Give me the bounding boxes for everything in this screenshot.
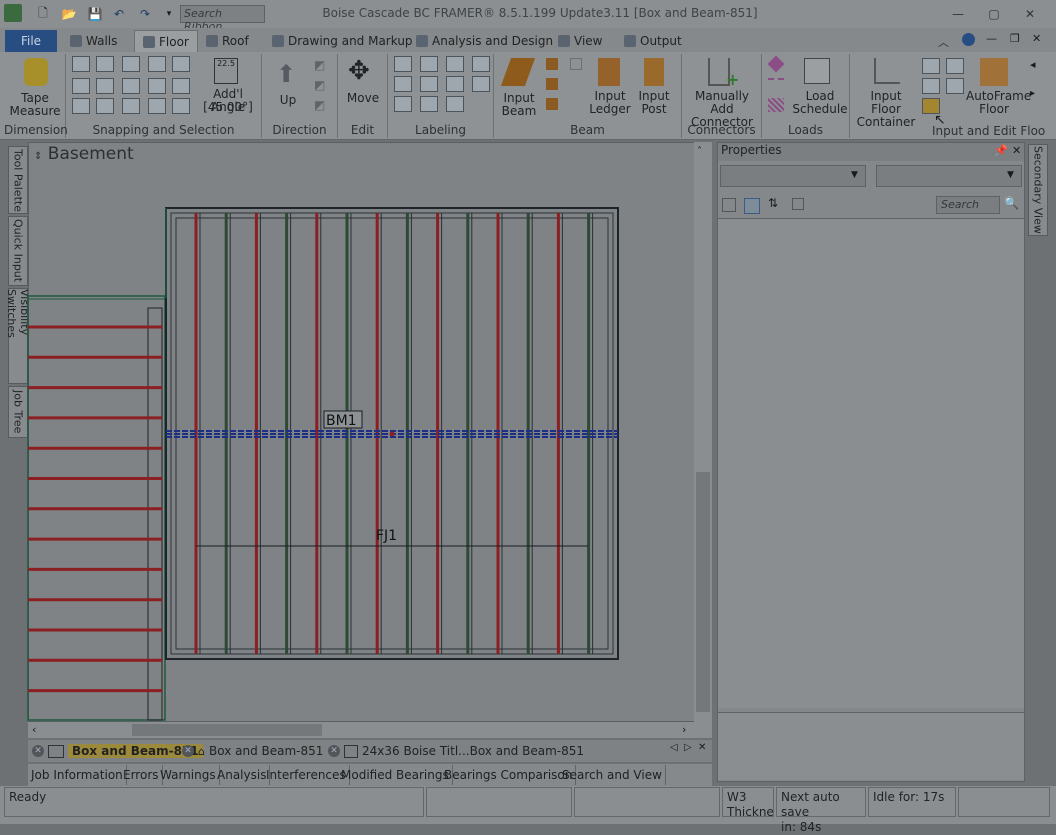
status-cell-3: [574, 787, 720, 817]
joist-label: FJ1: [376, 528, 397, 544]
pin-icon[interactable]: 📌: [994, 144, 1008, 157]
beam-label: BM1: [326, 413, 357, 429]
tab-scroll-right-icon[interactable]: ▷: [684, 742, 692, 753]
doc-tab-label: Box and Beam-851: [208, 744, 324, 758]
vertical-scrollbar[interactable]: ˄ ˅: [694, 142, 712, 738]
status-ready: Ready: [4, 787, 424, 817]
chevron-down-icon: ▼: [1007, 170, 1014, 180]
object-instance-dropdown[interactable]: ▼: [876, 165, 1022, 187]
sheet-icon: [344, 744, 358, 758]
property-pages-icon[interactable]: [792, 198, 804, 210]
grouped-icon[interactable]: [744, 198, 760, 214]
document-icon: [48, 744, 64, 758]
status-cell-7: [958, 787, 1050, 817]
status-idle: Idle for: 17s: [868, 787, 956, 817]
tab-job-information[interactable]: Job Information: [28, 765, 127, 785]
tab-interferences[interactable]: Interferences: [263, 765, 350, 785]
status-wall-name: W3: [727, 790, 747, 804]
doc-tab-active[interactable]: ✕ Box and Beam-851: [32, 742, 203, 760]
status-autosave: Next auto save in: 84s: [776, 787, 866, 834]
doc-tab-3d[interactable]: ✕ ⌂ Box and Beam-851: [182, 742, 323, 760]
sort-az-icon[interactable]: ⇅: [768, 196, 778, 210]
scroll-up-icon[interactable]: ˄: [697, 146, 702, 157]
status-wall: W3 Thickne: [722, 787, 774, 819]
close-all-tabs-icon[interactable]: ✕: [698, 742, 706, 753]
object-type-dropdown[interactable]: ▼: [720, 165, 866, 187]
horizontal-scroll-thumb[interactable]: [132, 724, 322, 736]
close-tab-icon[interactable]: ✕: [328, 745, 340, 757]
tab-analysis[interactable]: Analysis: [214, 765, 271, 785]
search-icon[interactable]: 🔍: [1004, 196, 1019, 210]
vertical-scroll-thumb[interactable]: [696, 472, 710, 712]
properties-search-input[interactable]: Search: [936, 196, 1000, 214]
properties-header: Properties: [718, 143, 1024, 161]
tab-warnings[interactable]: Warnings: [157, 765, 220, 785]
left-joists: [28, 325, 162, 693]
scroll-right-icon[interactable]: ›: [682, 723, 686, 736]
3d-view-icon: ⌂: [198, 744, 205, 758]
properties-grid[interactable]: [718, 218, 1024, 708]
tab-scroll-left-icon[interactable]: ◁: [670, 742, 678, 753]
tab-bearings-comparison[interactable]: Bearings Comparison: [441, 765, 577, 785]
properties-description: [718, 712, 1024, 780]
scroll-left-icon[interactable]: ‹: [32, 723, 36, 736]
close-tab-icon[interactable]: ✕: [32, 745, 44, 757]
status-wall-thickness: Thickne: [727, 805, 774, 819]
doc-tab-titleblock[interactable]: ✕ 24x36 Boise Titl...Box and Beam-851: [328, 742, 584, 760]
tab-modified-bearings[interactable]: Modified Bearings: [338, 765, 453, 785]
doc-tab-label: 24x36 Boise Titl...Box and Beam-851: [362, 744, 584, 758]
tab-search-and-view[interactable]: Search and View: [559, 765, 666, 785]
autosave-time: in: 84s: [781, 820, 822, 834]
beam-bm1[interactable]: [166, 430, 618, 438]
properties-title: Properties: [721, 143, 782, 157]
properties-close-icon[interactable]: ✕: [1012, 144, 1021, 157]
close-tab-icon[interactable]: ✕: [182, 745, 194, 757]
tab-secondary-view[interactable]: Secondary View: [1028, 144, 1048, 236]
chevron-down-icon: ▼: [851, 170, 858, 180]
categorized-icon[interactable]: [722, 198, 736, 212]
autosave-label: Next auto save: [781, 790, 840, 819]
status-cell-2: [426, 787, 572, 817]
horizontal-scrollbar[interactable]: ‹ ›: [28, 722, 712, 738]
